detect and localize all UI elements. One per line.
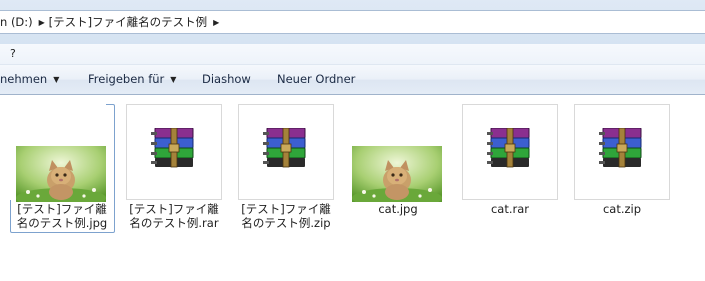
breadcrumb[interactable]: n (D:) ▶ [テスト]ファイ離名のテスト例 ▶ xyxy=(0,10,705,34)
cat-photo-thumbnail xyxy=(352,146,442,202)
organize-button[interactable]: nehmen ▼ xyxy=(0,72,59,86)
chevron-right-icon[interactable]: ▶ xyxy=(209,18,223,27)
new-folder-label: Neuer Ordner xyxy=(277,72,356,86)
breadcrumb-folder[interactable]: [テスト]ファイ離名のテスト例 xyxy=(49,11,209,33)
file-name: cat.zip xyxy=(602,202,642,216)
file-name: [テスト]ファイ離 名のテスト例.jpg xyxy=(16,202,108,230)
slideshow-label: Diashow xyxy=(202,72,251,86)
slideshow-button[interactable]: Diashow xyxy=(202,72,251,86)
share-with-label: Freigeben für xyxy=(88,72,165,86)
winrar-archive-icon xyxy=(151,128,194,168)
organize-label: nehmen xyxy=(0,72,48,86)
breadcrumb-drive[interactable]: n (D:) xyxy=(0,11,35,33)
file-name: cat.rar xyxy=(490,202,530,216)
chevron-right-icon[interactable]: ▶ xyxy=(35,18,49,27)
share-with-button[interactable]: Freigeben für ▼ xyxy=(88,72,176,86)
file-item[interactable]: [テスト]ファイ離 名のテスト例.zip xyxy=(238,104,334,232)
winrar-archive-icon xyxy=(599,128,642,168)
file-item[interactable]: cat.zip xyxy=(574,104,670,232)
file-name: [テスト]ファイ離 名のテスト例.zip xyxy=(241,202,331,230)
file-item[interactable]: cat.rar xyxy=(462,104,558,232)
file-name: [テスト]ファイ離 名のテスト例.rar xyxy=(129,202,219,230)
file-item[interactable]: [テスト]ファイ離 名のテスト例.jpg xyxy=(10,104,115,233)
file-name: cat.jpg xyxy=(378,202,418,216)
dropdown-arrow-icon: ▼ xyxy=(53,75,60,84)
menu-bar: ? xyxy=(0,44,705,65)
file-list[interactable]: [テスト]ファイ離 名のテスト例.jpg [テスト]ファイ離 名のテスト例.ra… xyxy=(0,96,705,281)
command-bar: nehmen ▼ Freigeben für ▼ Diashow Neuer Ord… xyxy=(0,65,705,95)
file-item[interactable]: [テスト]ファイ離 名のテスト例.rar xyxy=(126,104,222,232)
file-item[interactable]: cat.jpg xyxy=(350,104,446,232)
dropdown-arrow-icon: ▼ xyxy=(170,75,177,84)
address-bar: n (D:) ▶ [テスト]ファイ離名のテスト例 ▶ xyxy=(0,0,705,44)
winrar-archive-icon xyxy=(487,128,530,168)
new-folder-button[interactable]: Neuer Ordner xyxy=(277,72,355,86)
cat-photo-thumbnail xyxy=(16,146,106,202)
winrar-archive-icon xyxy=(263,128,306,168)
menu-item-help[interactable]: ? xyxy=(10,47,16,60)
